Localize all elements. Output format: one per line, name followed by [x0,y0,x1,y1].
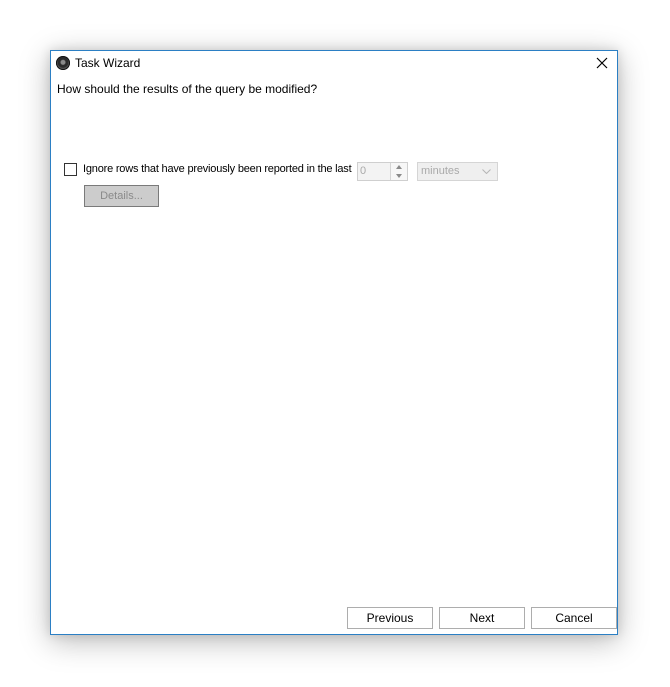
ignore-rows-label[interactable]: Ignore rows that have previously been re… [83,163,352,175]
close-button[interactable] [587,51,617,77]
next-button[interactable]: Next [439,607,525,629]
stepper-up-button[interactable] [391,163,407,171]
chevron-down-icon [482,169,491,174]
task-wizard-window: Task Wizard How should the results of th… [50,50,618,635]
close-icon [596,57,608,69]
details-button[interactable]: Details... [84,185,159,207]
unit-selected-value: minutes [421,165,460,177]
chevron-down-icon [396,174,402,178]
app-icon [56,56,70,70]
window-title: Task Wizard [75,56,141,70]
amount-value[interactable]: 0 [360,165,366,177]
previous-button[interactable]: Previous [347,607,433,629]
stepper-buttons [390,163,407,180]
amount-stepper[interactable]: 0 [357,162,408,181]
unit-dropdown[interactable]: minutes [417,162,498,181]
cancel-button[interactable]: Cancel [531,607,617,629]
ignore-rows-checkbox[interactable] [64,163,77,176]
stepper-down-button[interactable] [391,172,407,180]
title-bar: Task Wizard [51,51,617,77]
wizard-question: How should the results of the query be m… [57,82,318,96]
chevron-up-icon [396,165,402,169]
